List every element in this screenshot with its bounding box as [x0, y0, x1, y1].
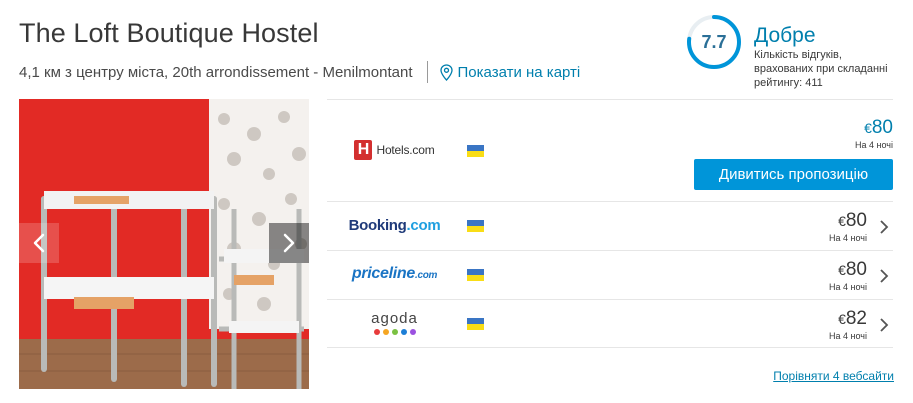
ukraine-flag-icon — [467, 145, 484, 157]
hotel-photo[interactable] — [19, 99, 309, 389]
priceline-logo-main: priceline — [351, 265, 415, 282]
hotels-com-h-icon: H — [354, 140, 373, 160]
price-amount: 80 — [871, 117, 893, 138]
rating-label: Добре — [754, 24, 816, 47]
chevron-left-icon — [33, 233, 45, 253]
price-nights: На 4 ночі — [829, 331, 867, 341]
chevron-right-icon[interactable] — [879, 318, 889, 332]
divider — [426, 61, 428, 83]
hotel-location: 4,1 км з центру міста, 20th arrondisseme… — [19, 63, 413, 81]
rating-review-count: Кількість відгуків, врахованих при склад… — [754, 49, 888, 89]
price-amount: 80 — [845, 259, 867, 280]
rating-block: 7.7 Добре Кількість відгуків, врахованих… — [686, 14, 904, 90]
booking-com-logo: Booking.com — [347, 217, 442, 235]
agoda-dot — [382, 329, 389, 335]
price-amount: 80 — [845, 210, 867, 231]
agoda-dot — [391, 329, 398, 335]
price-currency: € — [838, 262, 846, 278]
price-currency: € — [864, 120, 872, 136]
agoda-dot — [373, 329, 380, 335]
offer-row-hotels-com[interactable]: H Hotels.com €80 На 4 ночі Дивитись проп… — [327, 99, 893, 201]
priceline-price: €80 На 4 ночі — [829, 259, 867, 293]
map-pin-icon — [439, 63, 453, 81]
booking-com-price: €80 На 4 ночі — [829, 210, 867, 244]
next-photo-button[interactable] — [269, 223, 309, 263]
price-nights: На 4 ночі — [855, 140, 893, 150]
hotel-location-line: 4,1 км з центру міста, 20th arrondisseme… — [19, 61, 580, 83]
hotel-name: The Loft Boutique Hostel — [19, 18, 319, 48]
hotels-com-logo: H Hotels.com — [347, 140, 442, 160]
rating-score: 7.7 — [701, 31, 727, 52]
price-nights: На 4 ночі — [829, 233, 867, 243]
offers-list: H Hotels.com €80 На 4 ночі Дивитись проп… — [327, 99, 893, 348]
compare-websites-link[interactable]: Порівняти 4 вебсайти — [773, 369, 894, 383]
agoda-dot — [400, 329, 407, 335]
price-amount: 82 — [845, 308, 867, 329]
rating-ring: 7.7 — [686, 14, 742, 70]
price-nights: На 4 ночі — [829, 282, 867, 292]
hotels-com-price: €80 На 4 ночі — [855, 117, 893, 151]
agoda-logo: agoda — [347, 311, 442, 340]
price-currency: € — [838, 213, 846, 229]
ukraine-flag-icon — [467, 220, 484, 232]
booking-logo-main: Booking — [348, 217, 407, 234]
offer-row-agoda[interactable]: agoda €82 На 4 ночі — [327, 299, 893, 348]
booking-logo-dot: .com — [406, 217, 441, 234]
show-on-map-label: Показати на карті — [457, 63, 581, 81]
chevron-right-icon[interactable] — [879, 220, 889, 234]
show-on-map-link[interactable]: Показати на карті — [439, 63, 581, 81]
chevron-right-icon[interactable] — [879, 269, 889, 283]
chevron-right-icon — [283, 233, 295, 253]
priceline-logo-dot: .com — [414, 270, 438, 281]
agoda-dot — [409, 329, 416, 335]
view-deal-button[interactable]: Дивитись пропозицію — [694, 159, 893, 190]
ukraine-flag-icon — [467, 318, 484, 330]
agoda-logo-text: agoda — [371, 310, 418, 327]
price-currency: € — [838, 311, 846, 327]
priceline-logo: priceline.com — [347, 265, 442, 283]
offer-row-priceline[interactable]: priceline.com €80 На 4 ночі — [327, 250, 893, 299]
previous-photo-button[interactable] — [19, 223, 59, 263]
agoda-dots — [371, 329, 418, 335]
dorm-room-image — [19, 99, 309, 389]
agoda-price: €82 На 4 ночі — [829, 308, 867, 342]
hotels-com-logo-text: Hotels.com — [376, 143, 435, 157]
offer-row-booking-com[interactable]: Booking.com €80 На 4 ночі — [327, 201, 893, 250]
ukraine-flag-icon — [467, 269, 484, 281]
